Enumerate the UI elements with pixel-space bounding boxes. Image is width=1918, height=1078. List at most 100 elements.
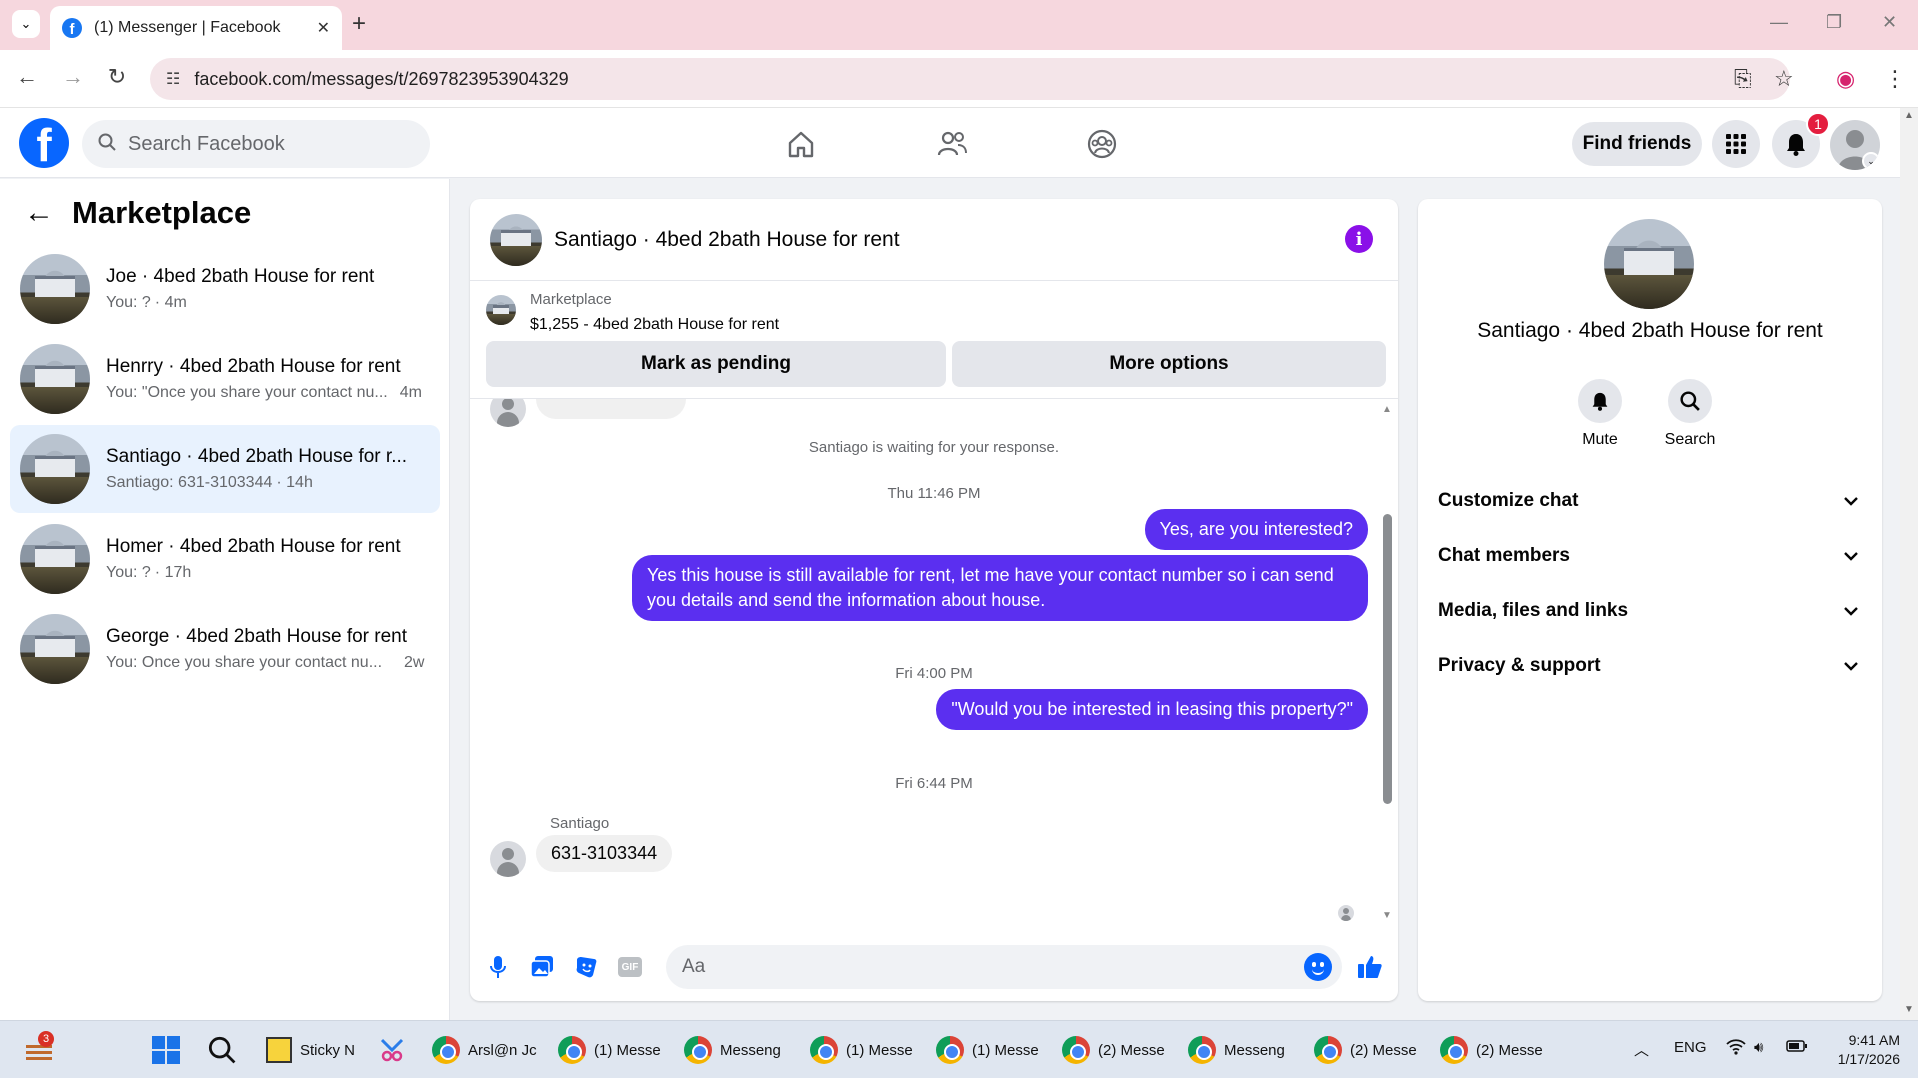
taskbar-chrome-window[interactable]: (2) Messe — [1440, 1033, 1543, 1067]
tab-search-dropdown-icon[interactable]: ⌄ — [12, 10, 40, 38]
photo-attach-icon[interactable] — [528, 953, 556, 981]
menu-grid-icon[interactable] — [1712, 120, 1760, 168]
conversation-item[interactable]: Henrry · 4bed 2bath House for rent You: … — [10, 335, 440, 423]
privacy-support-section[interactable]: Privacy & support — [1438, 646, 1868, 686]
timestamp: Fri 6:44 PM — [895, 775, 973, 792]
taskbar-chrome-window[interactable]: Messeng — [1188, 1033, 1285, 1067]
profile-icon[interactable]: ◉ — [1836, 66, 1855, 92]
taskbar-chrome-window[interactable]: (1) Messe — [936, 1033, 1039, 1067]
taskbar-chrome-window[interactable]: (2) Messe — [1062, 1033, 1165, 1067]
gif-icon[interactable]: GIF — [616, 953, 644, 981]
chrome-icon — [936, 1036, 964, 1064]
sender-avatar[interactable] — [490, 841, 526, 877]
clock[interactable]: 9:41 AM 1/17/2026 — [1826, 1031, 1900, 1069]
thread-scrollbar[interactable]: ▲ ▼ — [1380, 404, 1394, 924]
conversation-preview: Santiago: 631-3103344 — [106, 474, 273, 491]
browser-tab[interactable]: f (1) Messenger | Facebook ✕ — [50, 6, 342, 50]
conversation-time: 4m — [399, 384, 422, 401]
facebook-logo-icon[interactable]: f — [19, 118, 69, 168]
panel-title: Marketplace — [72, 195, 252, 230]
chat-listing-thumbnail[interactable] — [490, 213, 542, 266]
back-icon[interactable]: ← — [12, 64, 42, 90]
show-hidden-icons-chevron-icon[interactable]: ︿ — [1634, 1039, 1649, 1060]
browser-menu-icon[interactable]: ⋮ — [1884, 66, 1906, 92]
listing-price-title[interactable]: $1,255 - 4bed 2bath House for rent — [530, 316, 779, 334]
message-input[interactable]: Aa — [666, 945, 1342, 989]
site-info-icon[interactable]: ☷ — [166, 69, 180, 89]
taskbar-chrome-window[interactable]: Arsl@n Jc — [432, 1033, 537, 1067]
volume-icon[interactable]: 🔊︎ — [1754, 1039, 1763, 1056]
start-button[interactable] — [152, 1033, 180, 1067]
close-tab-icon[interactable]: ✕ — [317, 18, 330, 38]
snipping-tool-icon[interactable] — [378, 1033, 406, 1067]
info-icon[interactable]: i — [1345, 225, 1373, 253]
taskbar-chrome-window[interactable]: (1) Messe — [558, 1033, 661, 1067]
scroll-down-icon[interactable]: ▼ — [1382, 910, 1392, 921]
taskbar-item-label: (1) Messe — [846, 1041, 913, 1059]
taskbar-sticky-notes[interactable]: Sticky N — [266, 1033, 355, 1067]
chat-members-section[interactable]: Chat members — [1438, 536, 1868, 576]
mark-as-pending-button[interactable]: Mark as pending — [486, 341, 946, 387]
emoji-icon[interactable] — [1304, 953, 1332, 981]
conversation-item[interactable]: Homer · 4bed 2bath House for rent You: ?… — [10, 515, 440, 603]
weather-widget[interactable]: 3 — [24, 1031, 54, 1067]
chrome-icon — [1314, 1036, 1342, 1064]
message-bubble-outgoing[interactable]: Yes, are you interested? — [1144, 509, 1368, 550]
groups-icon[interactable] — [1082, 126, 1122, 162]
battery-icon[interactable] — [1786, 1039, 1808, 1057]
chrome-icon — [1188, 1036, 1216, 1064]
section-label: Chat members — [1438, 545, 1570, 566]
conversation-preview: You: ? — [106, 294, 151, 311]
scroll-up-icon[interactable]: ▲ — [1382, 404, 1392, 415]
media-files-links-section[interactable]: Media, files and links — [1438, 591, 1868, 631]
chrome-icon — [684, 1036, 712, 1064]
friends-icon[interactable] — [932, 126, 972, 162]
customize-chat-section[interactable]: Customize chat — [1438, 481, 1868, 521]
conversation-item-active[interactable]: Santiago · 4bed 2bath House for r... San… — [10, 425, 440, 513]
conversation-item[interactable]: Joe · 4bed 2bath House for rent You: ? · … — [10, 245, 440, 333]
forward-icon[interactable]: → — [58, 64, 88, 90]
listing-profile-image[interactable] — [1604, 219, 1694, 309]
conversation-item[interactable]: George · 4bed 2bath House for rent You: … — [10, 605, 440, 693]
scroll-thumb[interactable] — [1383, 514, 1392, 804]
new-tab-icon[interactable]: + — [352, 11, 366, 37]
sticker-icon[interactable] — [572, 953, 600, 981]
message-bubble-incoming[interactable]: 631-3103344 — [536, 835, 673, 872]
find-friends-button[interactable]: Find friends — [1572, 122, 1702, 166]
url-bar[interactable]: ☷ facebook.com/messages/t/26978239539043… — [150, 58, 1790, 100]
message-bubble-outgoing[interactable]: Yes this house is still available for re… — [632, 555, 1368, 621]
restore-icon[interactable]: ❐ — [1826, 12, 1842, 33]
home-icon[interactable] — [781, 126, 821, 162]
page-scrollbar[interactable]: ▲ ▼ — [1900, 108, 1918, 1020]
bookmark-star-icon[interactable]: ☆ — [1774, 66, 1794, 92]
facebook-search-input[interactable]: Search Facebook — [82, 120, 430, 168]
language-indicator[interactable]: ENG — [1674, 1039, 1707, 1056]
back-arrow-icon[interactable]: ← — [24, 198, 54, 228]
microphone-icon[interactable] — [484, 953, 512, 981]
search-in-conversation-button[interactable]: Search — [1650, 379, 1730, 449]
message-bubble-outgoing[interactable]: "Would you be interested in leasing this… — [936, 689, 1368, 730]
chrome-icon — [810, 1036, 838, 1064]
timestamp: Fri 4:00 PM — [895, 665, 973, 682]
taskbar-chrome-window[interactable]: (1) Messe — [810, 1033, 913, 1067]
reload-icon[interactable]: ↻ — [102, 64, 132, 90]
listing-thumbnail — [20, 254, 90, 324]
install-app-icon[interactable]: ⎘ — [1734, 66, 1752, 92]
chat-title[interactable]: Santiago · 4bed 2bath House for rent — [554, 228, 900, 252]
mute-button[interactable]: Mute — [1560, 379, 1640, 449]
wifi-icon[interactable] — [1726, 1039, 1746, 1059]
taskbar-search-icon[interactable] — [208, 1033, 236, 1067]
thumbs-up-icon[interactable] — [1356, 953, 1384, 981]
more-options-button[interactable]: More options — [952, 341, 1386, 387]
minimize-icon[interactable]: — — [1770, 12, 1788, 33]
account-avatar[interactable]: ⌄ — [1830, 120, 1880, 170]
taskbar-item-label: Arsl@n Jc — [468, 1041, 537, 1059]
waiting-notice: Santiago is waiting for your response. — [808, 439, 1060, 456]
taskbar-chrome-window[interactable]: (2) Messe — [1314, 1033, 1417, 1067]
message-composer: GIF Aa — [470, 933, 1398, 1001]
message-input-placeholder: Aa — [682, 956, 706, 977]
conversation-name: George · 4bed 2bath House for rent — [106, 626, 408, 647]
taskbar-chrome-window[interactable]: Messeng — [684, 1033, 781, 1067]
search-label: Search — [1664, 431, 1716, 448]
close-window-icon[interactable]: ✕ — [1882, 12, 1897, 33]
